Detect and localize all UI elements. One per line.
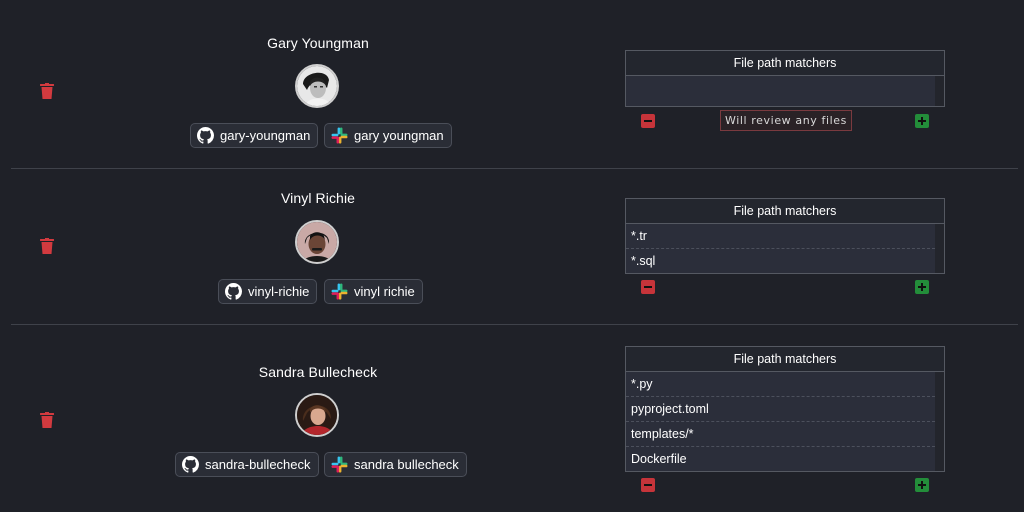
trash-icon[interactable] [40,238,54,254]
trash-icon[interactable] [40,83,54,99]
slack-chip[interactable]: gary youngman [324,123,452,148]
trash-icon[interactable] [40,412,54,428]
reviewer-name: Gary Youngman [267,35,369,51]
slack-icon [331,127,348,144]
slack-chip[interactable]: sandra bullecheck [324,452,467,477]
divider [11,324,1018,325]
file-path-matchers: File path matchers *.py pyproject.toml t… [625,346,945,472]
avatar [295,64,339,108]
file-path-matchers: File path matchers [625,50,945,107]
matchers-header: File path matchers [626,199,944,224]
matcher-row[interactable]: *.sql [626,249,935,273]
slack-icon [331,456,348,473]
remove-matcher-button[interactable] [641,114,655,128]
github-icon [182,456,199,473]
github-username: gary-youngman [220,128,311,143]
matchers-list: *.tr *.sql [626,224,944,273]
github-chip[interactable]: vinyl-richie [218,279,318,304]
minus-icon [644,484,652,486]
slack-username: gary youngman [354,128,444,143]
scrollbar[interactable] [935,372,944,471]
file-path-matchers: File path matchers *.tr *.sql [625,198,945,274]
reviewers-page: Gary Youngman gary-youngman gary youngma… [0,0,1024,512]
avatar [295,393,339,437]
matchers-header: File path matchers [626,51,944,76]
add-matcher-button[interactable] [915,280,929,294]
github-icon [197,127,214,144]
remove-matcher-button[interactable] [641,478,655,492]
github-chip[interactable]: sandra-bullecheck [175,452,319,477]
matchers-header: File path matchers [626,347,944,372]
github-icon [225,283,242,300]
matcher-row[interactable]: *.tr [626,224,935,249]
slack-username: sandra bullecheck [354,457,459,472]
reviewer-name: Vinyl Richie [280,190,356,206]
matcher-row[interactable]: templates/* [626,422,935,447]
slack-icon [331,283,348,300]
matcher-row[interactable]: *.py [626,372,935,397]
scrollbar[interactable] [935,76,944,106]
divider [11,168,1018,169]
avatar [295,220,339,264]
matcher-row[interactable]: Dockerfile [626,447,935,471]
minus-icon [644,286,652,288]
any-files-note: Will review any files [720,110,852,131]
github-username: vinyl-richie [248,284,310,299]
add-matcher-button[interactable] [915,114,929,128]
github-chip[interactable]: gary-youngman [190,123,319,148]
add-matcher-button[interactable] [915,478,929,492]
remove-matcher-button[interactable] [641,280,655,294]
matcher-row[interactable]: pyproject.toml [626,397,935,422]
matchers-list: *.py pyproject.toml templates/* Dockerfi… [626,372,944,471]
slack-chip[interactable]: vinyl richie [324,279,423,304]
github-username: sandra-bullecheck [205,457,311,472]
minus-icon [644,120,652,122]
slack-username: vinyl richie [354,284,415,299]
reviewer-name: Sandra Bullecheck [258,364,378,380]
scrollbar[interactable] [935,224,944,273]
matchers-list[interactable] [626,76,944,106]
